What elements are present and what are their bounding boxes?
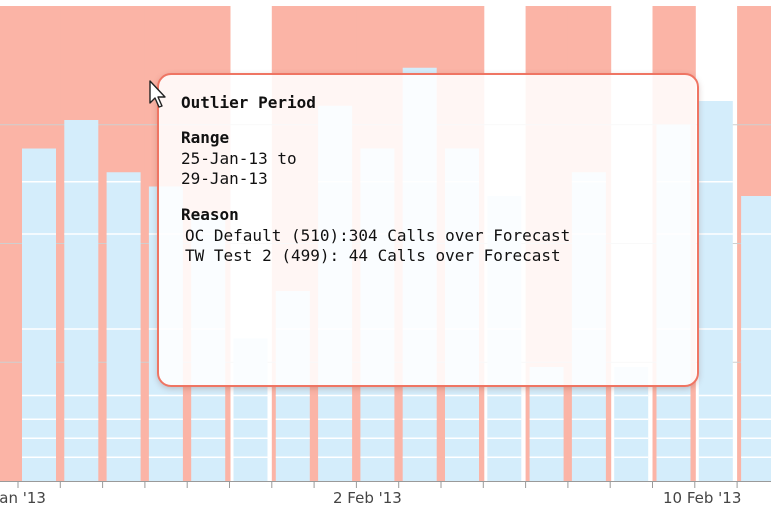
x-tick-label: 10 Feb '13 [663, 489, 741, 507]
tooltip-title: Outlier Period [181, 93, 316, 112]
range-heading: Range [181, 128, 230, 147]
range-line-end: 29-Jan-13 [181, 169, 268, 188]
x-tick-labels: 25 Jan '13 2 Feb '13 10 Feb '13 [0, 489, 741, 507]
x-tick-label: 2 Feb '13 [333, 489, 402, 507]
bar [64, 120, 99, 481]
outlier-tooltip: Outlier Period Range 25-Jan-13 to 29-Jan… [157, 73, 699, 387]
range-section: Range 25-Jan-13 to 29-Jan-13 [181, 128, 697, 189]
bar [106, 172, 141, 481]
reason-item: TW Test 2 (499): 44 Calls over Forecast [185, 246, 561, 265]
bar-rect [22, 148, 56, 481]
reason-item: OC Default (510):304 Calls over Forecast [185, 226, 571, 245]
reason-list: OC Default (510):304 Calls over Forecast… [185, 226, 697, 266]
range-line-start: 25-Jan-13 to [181, 149, 297, 168]
mouse-pointer-icon [149, 80, 166, 108]
bar [698, 101, 733, 481]
bar-rect [64, 120, 99, 481]
bar [741, 196, 771, 481]
reason-section: Reason OC Default (510):304 Calls over F… [181, 205, 697, 266]
x-tick-label: 25 Jan '13 [0, 489, 46, 507]
reason-heading: Reason [181, 205, 239, 224]
bar-rect [106, 172, 141, 481]
bar-rect [698, 101, 733, 481]
x-axis [0, 481, 771, 488]
bar [22, 148, 56, 481]
